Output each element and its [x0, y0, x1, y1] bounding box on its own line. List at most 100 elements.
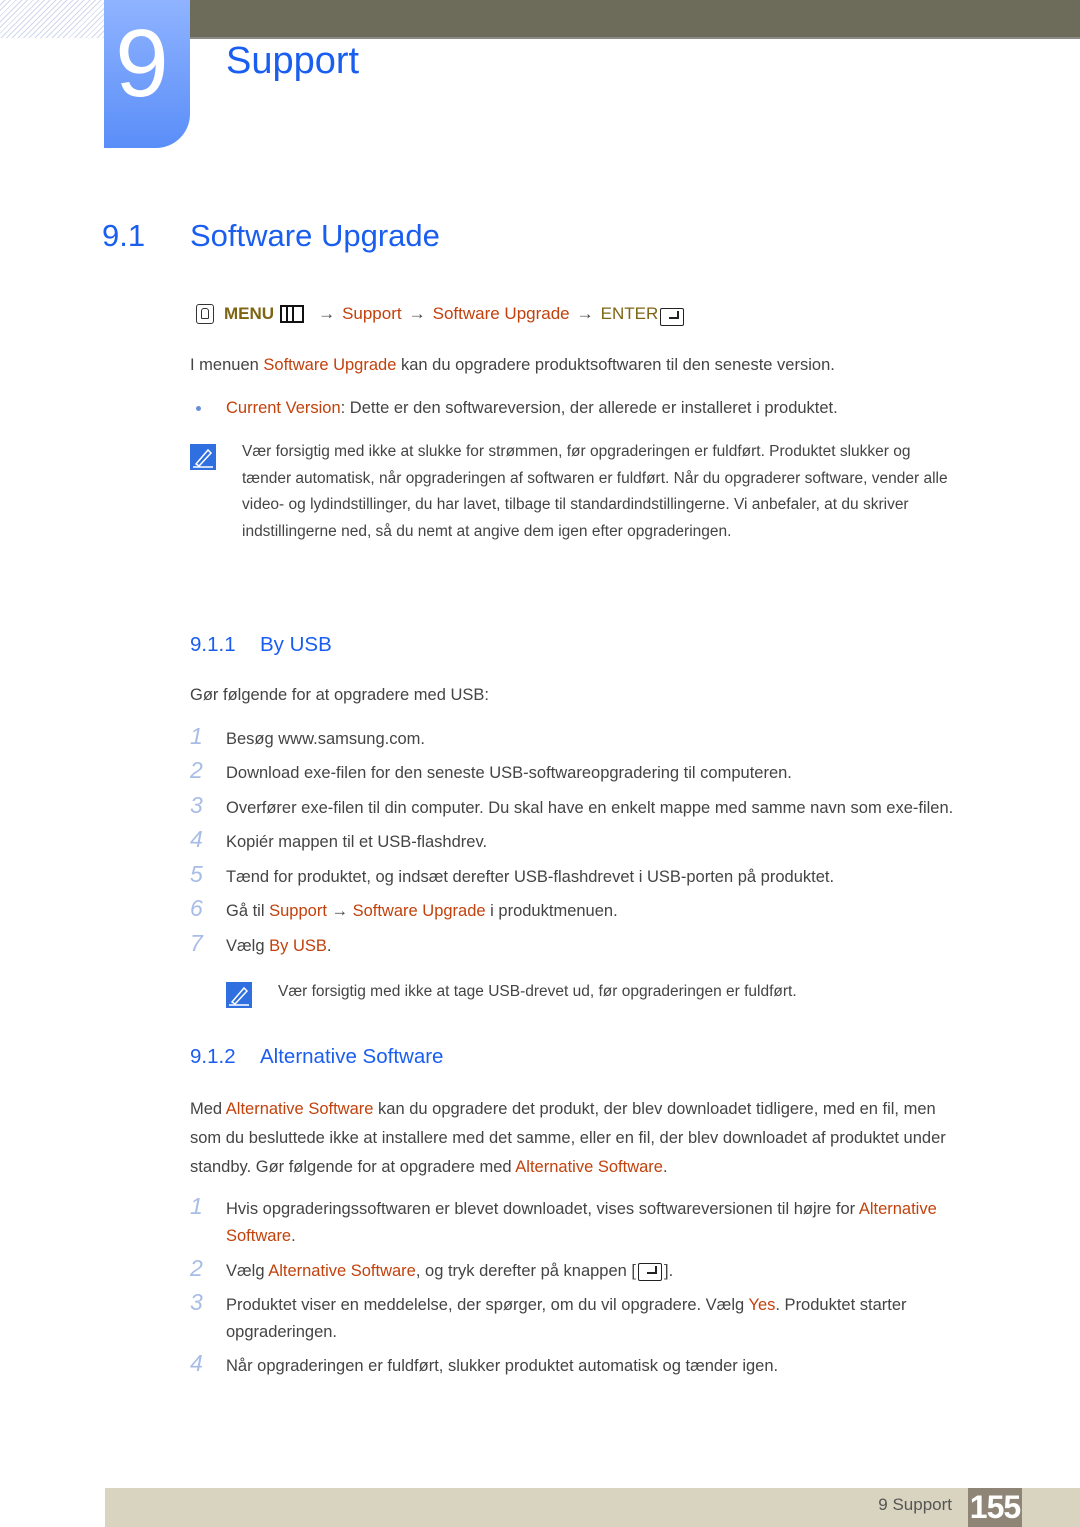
bullet-dot — [196, 406, 201, 411]
alt-step: 2 Vælg Alternative Software, og tryk dere… — [190, 1255, 1010, 1285]
intro-paragraph: I menuen Software Upgrade kan du opgrade… — [190, 352, 835, 379]
step-number: 1 — [190, 1193, 203, 1219]
highlight-alternative-software: Alternative Software — [268, 1262, 416, 1280]
para-line: Med Alternative Software kan du opgrader… — [190, 1095, 1020, 1124]
step-text: Kopiér mappen til et USB-flashdrev. — [226, 833, 488, 851]
note-line: Vær forsigtig med ikke at slukke for str… — [242, 443, 911, 460]
arrow: → — [408, 304, 426, 323]
highlight-alternative: Alternative — [858, 1200, 937, 1218]
menu-icon — [280, 305, 305, 323]
step-text-post: ]. — [664, 1262, 674, 1280]
highlight-yes: Yes — [748, 1296, 776, 1314]
menu-path: MENU → Support → Software Upgrade → ENTE… — [196, 302, 685, 326]
footer-bar: 9 Support — [105, 1488, 1080, 1527]
chapter-number-tab: 9 — [104, 0, 190, 148]
arrow: → — [576, 304, 594, 323]
step-number: 6 — [190, 895, 203, 921]
step-text: Vælg Alternative Software, og tryk deref… — [226, 1258, 1010, 1285]
step-text-mid: , og tryk derefter på knappen [ — [415, 1262, 636, 1280]
note-usb-warning: Vær forsigtig med ikke at tage USB-dreve… — [278, 983, 797, 1000]
by-usb-intro: Gør følgende for at opgradere med USB: — [190, 686, 489, 704]
step-text-post: . Produktet starter — [775, 1296, 907, 1314]
section-title: Software Upgrade — [190, 218, 440, 253]
usb-step: 1 Besøg www.samsung.com. — [190, 723, 1010, 753]
subsection-heading-by-usb: 9.1.1 By USB — [190, 633, 332, 657]
step-text-pre: Gå til — [226, 902, 270, 920]
highlight-alternative-software: Alternative Software — [225, 1100, 374, 1118]
note-icon — [190, 444, 216, 470]
step-text-pre: Vælg — [226, 937, 270, 955]
step-number: 4 — [190, 826, 203, 852]
para-text: kan du opgradere det produkt, der blev d… — [373, 1100, 936, 1118]
section-number: 9.1 — [102, 218, 146, 253]
bullet-text: : Dette er den softwareversion, der alle… — [340, 399, 838, 417]
arrow: → — [318, 304, 336, 323]
highlight-software-upgrade: Software Upgrade — [352, 902, 486, 920]
step-text: Når opgraderingen er fuldført, slukker p… — [226, 1357, 779, 1375]
step-text-line2: opgraderingen. — [226, 1323, 338, 1341]
para-text: standby. Gør følgende for at opgradere m… — [190, 1158, 516, 1176]
usb-step: 4 Kopiér mappen til et USB-flashdrev. — [190, 826, 1010, 856]
note-line: indstillingerne ned, så du nemt at angiv… — [242, 522, 732, 540]
step-text-pre: Produktet viser en meddelelse, der spørg… — [226, 1296, 749, 1314]
subsection-number: 9.1.1 — [190, 633, 236, 656]
subsection-number: 9.1.2 — [190, 1045, 236, 1068]
alternative-software-paragraph: Med Alternative Software kan du opgrader… — [190, 1095, 1020, 1182]
para-line: som du besluttede ikke at installere med… — [190, 1129, 946, 1147]
usb-step: 5 Tænd for produktet, og indsæt derefter … — [190, 861, 1010, 891]
remote-hand-icon — [196, 304, 214, 324]
step-text-post: i produktmenuen. — [485, 902, 618, 920]
para-text: Med — [190, 1100, 226, 1118]
arrow: → — [326, 902, 353, 920]
usb-step: 2 Download exe-filen for den seneste USB-… — [190, 757, 1010, 787]
note-power-warning: Vær forsigtig med ikke at slukke for str… — [242, 439, 1022, 545]
chapter-number: 9 — [115, 10, 169, 117]
enter-key-icon — [638, 1262, 662, 1281]
para-text: . — [662, 1158, 668, 1176]
usb-step: 6 Gå til Support → Software Upgrade i pro… — [190, 895, 1010, 925]
footer-chapter-label: 9 Support — [878, 1495, 952, 1514]
header-bar — [190, 0, 1080, 39]
page-number: 155 — [968, 1488, 1022, 1527]
step-number: 4 — [190, 1350, 203, 1376]
highlight-support: Support — [269, 902, 327, 920]
step-number: 2 — [190, 757, 203, 783]
subsection-title: By USB — [260, 633, 332, 656]
alt-step: 1 Hvis opgraderingssoftwaren er blevet do… — [190, 1193, 1010, 1250]
alt-step: 4 Når opgraderingen er fuldført, slukker … — [190, 1350, 1010, 1380]
alt-step: 3 Produktet viser en meddelelse, der spør… — [190, 1289, 1010, 1346]
intro-prefix: I menuen — [190, 356, 264, 374]
highlight-software-upgrade: Software Upgrade — [263, 356, 397, 374]
usb-step: 3 Overfører exe-filen til din computer. D… — [190, 792, 1010, 822]
note-icon — [226, 982, 252, 1008]
subsection-title: Alternative Software — [260, 1045, 444, 1068]
step-number: 3 — [190, 792, 203, 818]
step-number: 5 — [190, 861, 203, 887]
step-text: Gå til Support → Software Upgrade i prod… — [226, 898, 1010, 925]
step-text-post: . — [291, 1227, 296, 1245]
decorative-hatch — [0, 0, 104, 38]
step-text: Download exe-filen for den seneste USB-s… — [226, 764, 792, 782]
note-line: video- og lydindstillinger, du har lavet… — [242, 496, 909, 513]
step-text: Vælg By USB. — [226, 933, 1010, 960]
highlight-alternative-software: Alternative Software — [515, 1158, 663, 1176]
bullet-current-version: Current Version: Dette er den softwareve… — [226, 395, 838, 422]
highlight-by-usb: By USB — [269, 937, 327, 955]
enter-label: ENTER — [600, 304, 659, 323]
step-number: 1 — [190, 723, 203, 749]
step-text: Besøg www.samsung.com. — [226, 730, 425, 748]
intro-suffix: kan du opgradere produktsoftwaren til de… — [396, 356, 835, 374]
chapter-title: Support — [226, 40, 360, 82]
menu-path-support: Support — [342, 304, 402, 323]
step-text-pre: Hvis opgraderingssoftwaren er blevet dow… — [226, 1200, 859, 1218]
menu-path-software-upgrade: Software Upgrade — [432, 304, 570, 323]
step-text: Produktet viser en meddelelse, der spørg… — [226, 1292, 1010, 1346]
step-text-post: . — [326, 937, 332, 955]
step-text: Hvis opgraderingssoftwaren er blevet dow… — [226, 1196, 1010, 1250]
step-text: Tænd for produktet, og indsæt derefter U… — [226, 868, 835, 886]
note-line: tænder automatisk, når opgraderingen af … — [242, 469, 948, 487]
para-line: standby. Gør følgende for at opgradere m… — [190, 1153, 1020, 1182]
step-text: Overfører exe-filen til din computer. Du… — [226, 799, 954, 817]
menu-label: MENU — [224, 304, 275, 323]
step-number: 7 — [190, 930, 203, 956]
